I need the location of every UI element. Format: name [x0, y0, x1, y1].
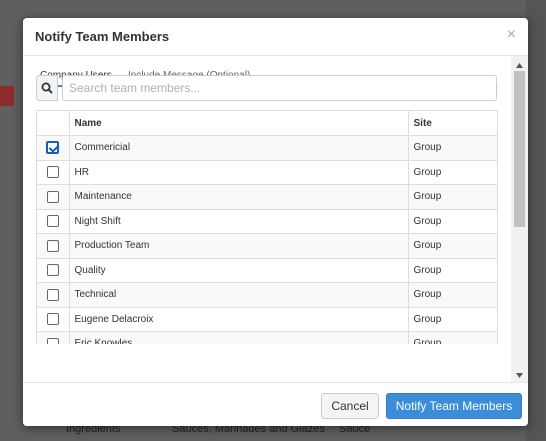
- row-name: HR: [68, 160, 408, 185]
- cancel-button[interactable]: Cancel: [321, 393, 379, 419]
- row-checkbox-cell: [37, 307, 69, 332]
- checkbox-checked[interactable]: [46, 141, 60, 155]
- header-checkbox-cell: [37, 111, 69, 136]
- background-strip: [0, 86, 14, 106]
- row-checkbox-cell: [37, 258, 69, 283]
- row-checkbox-cell: [37, 209, 69, 234]
- modal-header: Notify Team Members ×: [23, 18, 528, 56]
- row-site: Group: [407, 135, 497, 161]
- modal-footer: Cancel Notify Team Members: [23, 382, 528, 426]
- row-checkbox-cell: [37, 135, 69, 161]
- row-checkbox-cell: [37, 282, 69, 308]
- table-row[interactable]: Technical Group: [37, 282, 497, 308]
- row-site: Group: [407, 209, 497, 234]
- row-name: Quality: [68, 258, 408, 283]
- table-row[interactable]: Quality Group: [37, 258, 497, 283]
- row-checkbox-cell: [37, 184, 69, 210]
- row-name: Commericial: [68, 135, 408, 161]
- row-name: Eric Knowles: [68, 331, 408, 344]
- row-name: Production Team: [68, 233, 408, 259]
- search-group: [36, 75, 497, 101]
- checkbox[interactable]: [46, 190, 59, 203]
- row-site: Group: [407, 160, 497, 185]
- table-row[interactable]: Night Shift Group: [37, 209, 497, 234]
- table-row[interactable]: Maintenance Group: [37, 184, 497, 210]
- row-site: Group: [407, 258, 497, 283]
- table-row[interactable]: Commericial Group: [37, 135, 497, 161]
- team-members-table: Name Site Commericial Group HR Group Mainten…: [36, 110, 498, 344]
- column-header-name: Name: [68, 111, 408, 136]
- modal-scrollbar[interactable]: [511, 56, 528, 382]
- search-input[interactable]: [62, 75, 497, 101]
- search-button[interactable]: [36, 75, 58, 101]
- modal-title: Notify Team Members: [35, 29, 170, 44]
- table-row[interactable]: Production Team Group: [37, 233, 497, 259]
- close-icon[interactable]: ×: [507, 27, 516, 43]
- row-checkbox-cell: [37, 331, 69, 344]
- checkbox[interactable]: [46, 166, 59, 179]
- checkbox[interactable]: [46, 264, 59, 277]
- table-row[interactable]: HR Group: [37, 160, 497, 185]
- table-row[interactable]: Eugene Delacroix Group: [37, 307, 497, 332]
- row-site: Group: [407, 282, 497, 308]
- scroll-up-arrow-icon[interactable]: [511, 58, 528, 72]
- checkbox[interactable]: [46, 313, 59, 326]
- scroll-down-arrow-icon[interactable]: [511, 368, 528, 382]
- checkbox[interactable]: [46, 288, 59, 301]
- notify-team-members-modal: Notify Team Members × Company Users Incl…: [23, 18, 528, 426]
- row-site: Group: [407, 184, 497, 210]
- row-name: Eugene Delacroix: [68, 307, 408, 332]
- modal-body: Company Users Include Message (Optional)…: [23, 56, 528, 382]
- background-right-edge: [526, 0, 546, 441]
- table-header-row: Name Site: [37, 111, 497, 136]
- row-name: Technical: [68, 282, 408, 308]
- row-checkbox-cell: [37, 160, 69, 185]
- row-site: Group: [407, 233, 497, 259]
- table-row[interactable]: Eric Knowles Group: [37, 331, 497, 344]
- scroll-thumb[interactable]: [514, 71, 525, 227]
- row-site: Group: [407, 331, 497, 344]
- table-body: Commericial Group HR Group Maintenance Group N…: [37, 135, 497, 344]
- column-header-site: Site: [407, 111, 497, 136]
- row-site: Group: [407, 307, 497, 332]
- checkbox[interactable]: [46, 215, 59, 228]
- search-icon: [41, 82, 53, 94]
- row-name: Maintenance: [68, 184, 408, 210]
- checkbox[interactable]: [46, 239, 59, 252]
- row-name: Night Shift: [68, 209, 408, 234]
- notify-team-members-button[interactable]: Notify Team Members: [386, 393, 522, 419]
- checkbox[interactable]: [46, 337, 59, 344]
- row-checkbox-cell: [37, 233, 69, 259]
